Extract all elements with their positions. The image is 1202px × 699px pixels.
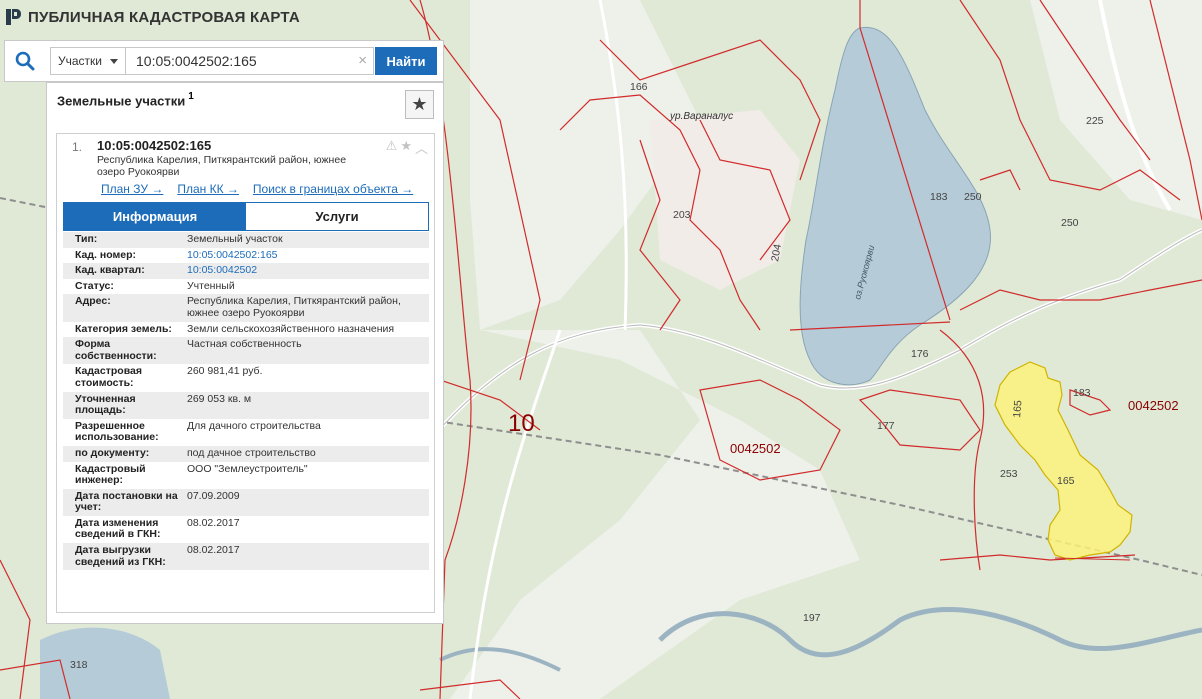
- table-row: Кадастровый инженер: ООО "Землеустроитель…: [63, 461, 429, 489]
- table-row: Дата постановки на учет: 07.09.2009: [63, 488, 429, 516]
- row-value: Земли сельскохозяйственного назначения: [183, 321, 429, 338]
- parcel-318: 318: [70, 659, 88, 671]
- chevron-down-icon: [110, 58, 118, 64]
- table-row: по документу: под дачное строительство: [63, 445, 429, 462]
- parcel-250b: 250: [1061, 217, 1079, 229]
- row-value: Учтенный: [183, 278, 429, 295]
- app-header: ПУБЛИЧНАЯ КАДАСТРОВАЯ КАРТА: [0, 0, 320, 34]
- row-value: Республика Карелия, Питкярантский район,…: [183, 294, 429, 322]
- result-links: План ЗУ → План КК → Поиск в границах объ…: [101, 182, 413, 196]
- table-row: Статус: Учтенный: [63, 278, 429, 295]
- info-table: Тип: Земельный участок Кад. номер: 10:05:0…: [63, 232, 429, 571]
- result-tools: ⚠ ★ ︿: [386, 138, 428, 157]
- quarter-link[interactable]: 10:05:0042502: [183, 263, 429, 279]
- row-key: Дата постановки на учет:: [63, 488, 183, 516]
- search-button[interactable]: Найти: [375, 47, 437, 75]
- row-key: Дата изменения сведений в ГКН:: [63, 515, 183, 544]
- district-label: 10: [508, 410, 535, 437]
- row-value: ООО "Землеустроитель": [183, 461, 429, 489]
- row-key: Разрешенное использование:: [63, 418, 183, 446]
- row-key: Кад. номер:: [63, 247, 183, 264]
- row-value: 08.02.2017: [183, 543, 429, 571]
- parcel-250a: 250: [964, 191, 982, 203]
- row-key: Уточненная площадь:: [63, 391, 183, 419]
- parcel-166: 166: [630, 81, 648, 93]
- table-row: Форма собственности: Частная собственност…: [63, 337, 429, 365]
- row-value: 269 053 кв. м: [183, 391, 429, 419]
- favorite-button[interactable]: ★: [405, 90, 434, 119]
- row-key: Кад. квартал:: [63, 263, 183, 279]
- search-type-label: Участки: [58, 54, 102, 68]
- row-key: Категория земель:: [63, 321, 183, 338]
- quarter-label-a: 0042502: [730, 441, 781, 456]
- result-card: 1. 10:05:0042502:165 Республика Карелия,…: [56, 133, 435, 613]
- row-value: 08.02.2017: [183, 515, 429, 544]
- row-key: Дата выгрузки сведений из ГКН:: [63, 543, 183, 571]
- table-row: Уточненная площадь: 269 053 кв. м: [63, 391, 429, 419]
- cadnum-link[interactable]: 10:05:0042502:165: [183, 247, 429, 264]
- tab-info[interactable]: Информация: [64, 203, 246, 230]
- row-key: Статус:: [63, 278, 183, 295]
- row-value: 07.09.2009: [183, 488, 429, 516]
- result-index: 1.: [72, 140, 83, 154]
- search-input-wrap: ×: [126, 47, 374, 75]
- clear-icon[interactable]: ×: [358, 52, 367, 69]
- parcel-176: 176: [911, 348, 929, 360]
- parcel-203: 203: [673, 209, 691, 221]
- row-key: Форма собственности:: [63, 337, 183, 365]
- parcel-225: 225: [1086, 115, 1104, 127]
- search-bounds-link[interactable]: Поиск в границах объекта →: [253, 182, 413, 196]
- table-row: Кад. номер: 10:05:0042502:165: [63, 247, 429, 264]
- row-key: Тип:: [63, 232, 183, 248]
- panel-header: Земельные участки 1 ★: [47, 83, 443, 125]
- table-row: Категория земель: Земли сельскохозяйствен…: [63, 321, 429, 338]
- parcel-197: 197: [803, 612, 821, 624]
- result-count: 1: [188, 91, 194, 102]
- row-value: Земельный участок: [183, 232, 429, 248]
- plan-zu-link[interactable]: План ЗУ →: [101, 182, 163, 196]
- row-value: Для дачного строительства: [183, 418, 429, 446]
- logo-icon: [6, 9, 21, 25]
- panel-title: Земельные участки: [57, 93, 186, 109]
- result-address: Республика Карелия, Питкярантский район,…: [97, 154, 347, 178]
- parcel-165a: 165: [1011, 400, 1024, 419]
- star-icon: ★: [411, 94, 428, 114]
- row-value: 260 981,41 руб.: [183, 364, 429, 392]
- app-title: ПУБЛИЧНАЯ КАДАСТРОВАЯ КАРТА: [28, 8, 300, 26]
- parcel-183a: 183: [930, 191, 948, 203]
- star-icon[interactable]: ★: [400, 138, 412, 157]
- parcel-177: 177: [877, 420, 895, 432]
- search-type-select[interactable]: Участки: [50, 47, 126, 75]
- plan-kk-link[interactable]: План КК →: [177, 182, 239, 196]
- table-row: Тип: Земельный участок: [63, 232, 429, 248]
- row-value: под дачное строительство: [183, 445, 429, 462]
- result-number[interactable]: 10:05:0042502:165: [97, 138, 211, 153]
- place-label: ур.Вараналус: [669, 111, 733, 122]
- tab-services[interactable]: Услуги: [246, 203, 428, 230]
- table-row: Кадастровая стоимость: 260 981,41 руб.: [63, 364, 429, 392]
- table-row: Адрес: Республика Карелия, Питкярантский …: [63, 294, 429, 322]
- row-key: Кадастровая стоимость:: [63, 364, 183, 392]
- search-bar: Участки × Найти: [4, 40, 444, 82]
- parcel-165b: 165: [1057, 475, 1075, 487]
- search-icon[interactable]: [5, 41, 45, 81]
- search-input[interactable]: [126, 47, 374, 75]
- warning-icon[interactable]: ⚠: [386, 138, 398, 157]
- parcel-253: 253: [1000, 468, 1018, 480]
- table-row: Разрешенное использование: Для дачного ст…: [63, 418, 429, 446]
- parcel-183b: 183: [1073, 387, 1091, 399]
- row-key: по документу:: [63, 445, 183, 462]
- quarter-label-b: 0042502: [1128, 398, 1179, 413]
- row-value: Частная собственность: [183, 337, 429, 365]
- row-key: Адрес:: [63, 294, 183, 322]
- table-row: Дата изменения сведений в ГКН: 08.02.2017: [63, 515, 429, 544]
- results-panel: Земельные участки 1 ★ 1. 10:05:0042502:16…: [46, 82, 444, 624]
- table-row: Кад. квартал: 10:05:0042502: [63, 263, 429, 279]
- result-tabs: Информация Услуги: [63, 202, 429, 231]
- table-row: Дата выгрузки сведений из ГКН: 08.02.2017: [63, 543, 429, 571]
- row-key: Кадастровый инженер:: [63, 461, 183, 489]
- chevron-up-icon[interactable]: ︿: [415, 138, 428, 157]
